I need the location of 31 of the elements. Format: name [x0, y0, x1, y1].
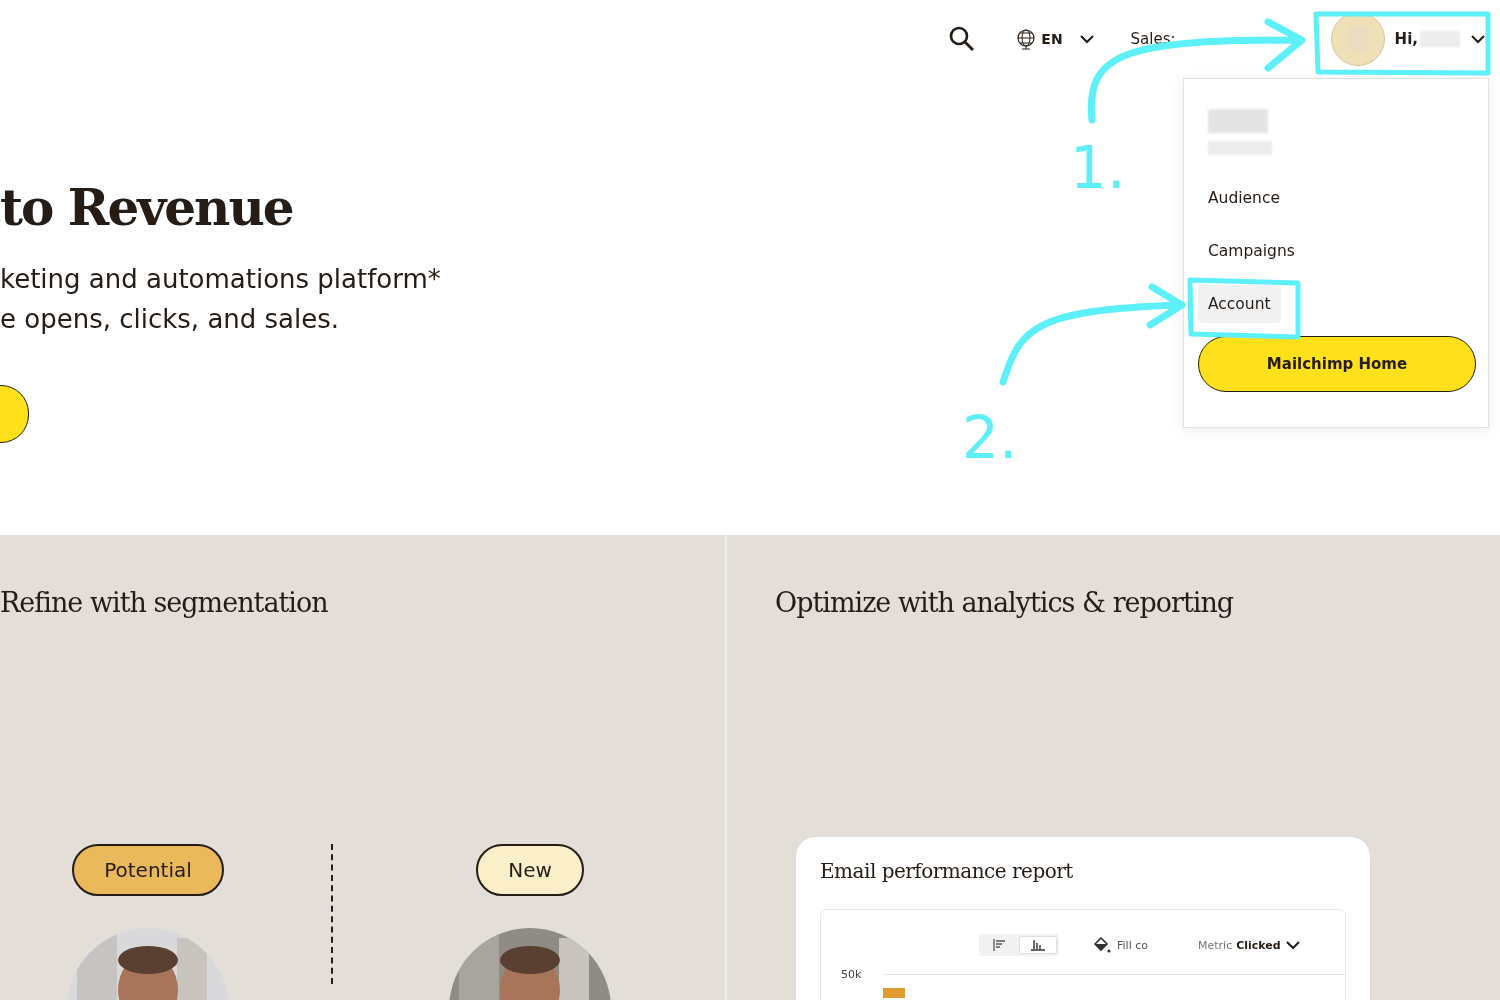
menu-item[interactable]: Account	[1198, 285, 1281, 323]
hero-subtitle: e opens, clicks, and sales.	[0, 303, 340, 336]
bar-chart-icon	[1031, 939, 1045, 951]
greeting-text: Hi,	[1394, 30, 1418, 48]
paint-bucket-icon	[1093, 937, 1111, 953]
chevron-down-icon	[1078, 34, 1095, 44]
menu-item[interactable]: Audience	[1198, 179, 1290, 217]
axis-tick-label: 50k	[841, 968, 862, 981]
hero-title: to Revenue	[0, 178, 293, 237]
chevron-down-icon	[1470, 34, 1486, 44]
feature-title: Optimize with analytics & reporting	[775, 587, 1234, 618]
annotation-label: 1.	[1070, 134, 1126, 202]
metric-label: Metric	[1198, 938, 1233, 952]
search-icon[interactable]	[949, 26, 976, 52]
vertical-bars-button[interactable]	[1019, 936, 1057, 954]
report-title: Email performance report	[820, 859, 1074, 883]
segment-tag: New	[476, 844, 584, 896]
horizontal-bars-icon	[993, 939, 1007, 951]
blurred-name	[1208, 109, 1268, 133]
language-label[interactable]: EN	[1041, 31, 1063, 47]
globe-icon	[1015, 28, 1038, 50]
feature-title: Refine with segmentation	[0, 587, 328, 618]
hero-subtitle: keting and automations platform*	[0, 263, 441, 296]
annotation-label: 2.	[962, 404, 1018, 472]
chevron-down-icon	[1284, 940, 1301, 950]
fill-label: Fill co	[1117, 938, 1148, 952]
metric-value[interactable]: Clicked	[1236, 938, 1281, 952]
chart-bar	[883, 988, 905, 998]
segment-tag: Potential	[72, 844, 224, 896]
home-button[interactable]: Mailchimp Home	[1198, 336, 1476, 392]
menu-item[interactable]: Campaigns	[1198, 232, 1305, 270]
